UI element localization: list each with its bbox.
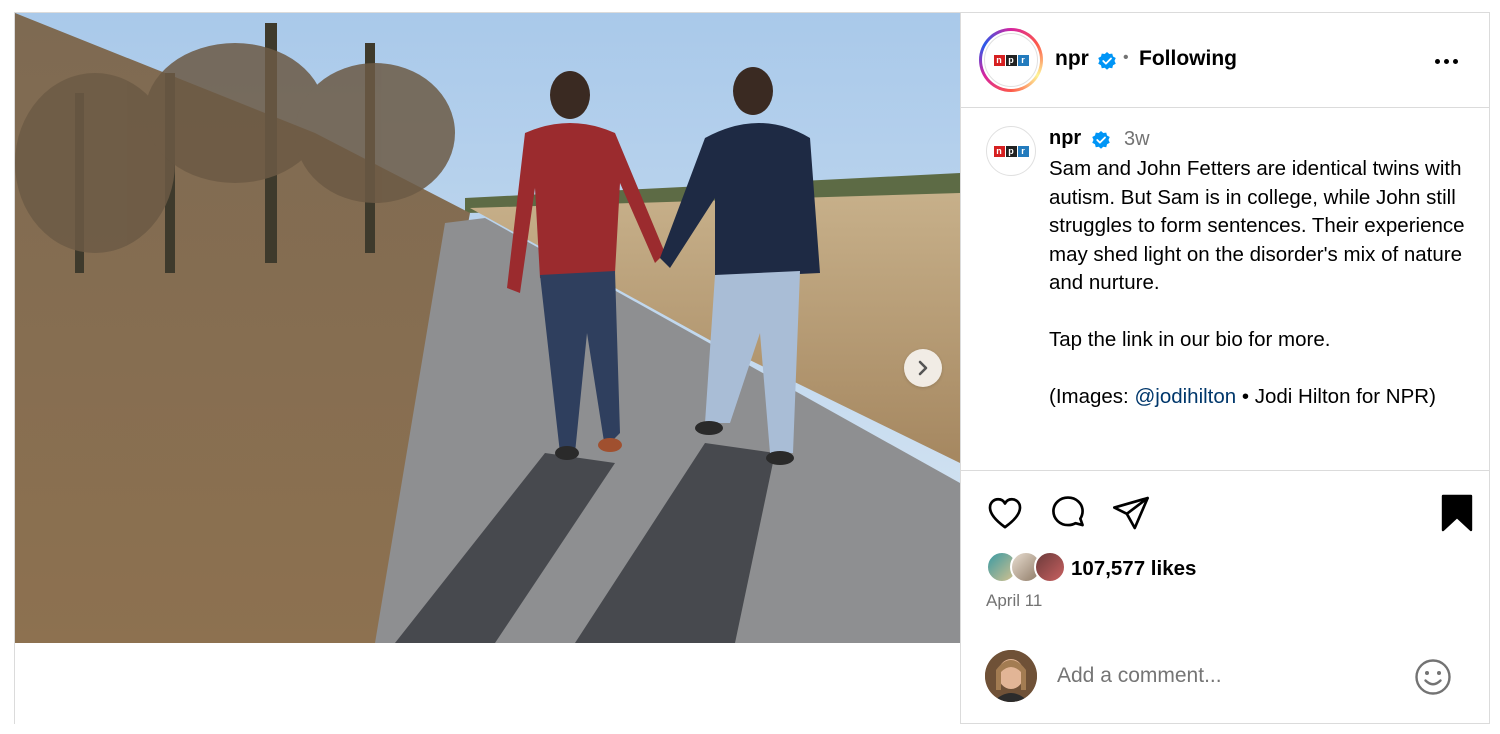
caption-text: Sam and John Fetters are identical twins… — [1049, 155, 1474, 412]
account-username[interactable]: npr — [1055, 47, 1089, 71]
avatar: n p r — [984, 33, 1038, 87]
caption-paragraph: Sam and John Fetters are identical twins… — [1049, 157, 1465, 294]
media-padding — [15, 643, 960, 725]
comment-input[interactable] — [1057, 661, 1397, 691]
logo-letter: p — [1005, 54, 1017, 66]
next-image-button[interactable] — [904, 349, 942, 387]
bookmark-filled-icon[interactable] — [1439, 493, 1475, 538]
instagram-post: n p r npr • Following n p r npr 3w Sam a… — [14, 12, 1490, 725]
verified-badge-icon — [1097, 51, 1117, 71]
caption-username[interactable]: npr — [1049, 127, 1081, 150]
likes-count[interactable]: 107,577 likes — [1071, 557, 1196, 581]
separator-dot: • — [1123, 49, 1129, 66]
caption-time-ago[interactable]: 3w — [1124, 128, 1150, 151]
post-header: n p r npr • Following — [961, 13, 1490, 108]
logo-letter: n — [993, 54, 1005, 66]
action-bar: 107,577 likes April 11 — [961, 471, 1490, 621]
post-date[interactable]: April 11 — [986, 591, 1042, 611]
paper-plane-icon[interactable] — [1111, 493, 1151, 538]
logo-letter: p — [1005, 145, 1017, 157]
credit-suffix: • Jodi Hilton for NPR) — [1236, 385, 1436, 408]
comment-icon[interactable] — [1048, 493, 1088, 538]
caption-paragraph: Tap the link in our bio for more. — [1049, 328, 1331, 351]
caption-avatar[interactable]: n p r — [986, 126, 1036, 176]
logo-letter: n — [993, 145, 1005, 157]
npr-logo: n p r — [993, 145, 1029, 157]
emoji-icon[interactable] — [1413, 657, 1453, 702]
mention-link[interactable]: @jodihilton — [1134, 385, 1236, 408]
credit-prefix: (Images: — [1049, 385, 1135, 408]
caption-section: n p r npr 3w Sam and John Fetters are id… — [961, 109, 1490, 471]
liker-avatar[interactable] — [1034, 551, 1066, 583]
chevron-right-icon — [918, 360, 928, 376]
logo-letter: r — [1017, 54, 1029, 66]
post-photo — [15, 13, 960, 643]
npr-logo: n p r — [993, 54, 1029, 66]
verified-badge-icon — [1091, 130, 1111, 150]
post-image[interactable] — [15, 13, 960, 643]
story-ring[interactable]: n p r — [979, 28, 1043, 92]
more-options-icon[interactable] — [1431, 53, 1461, 69]
current-user-avatar — [985, 650, 1037, 702]
logo-letter: r — [1017, 145, 1029, 157]
heart-icon[interactable] — [985, 493, 1025, 538]
add-comment-bar — [961, 631, 1490, 723]
following-button[interactable]: Following — [1139, 47, 1237, 71]
post-details-panel: n p r npr • Following n p r npr 3w Sam a… — [960, 13, 1490, 723]
caption-credit: (Images: @jodihilton • Jodi Hilton for N… — [1049, 383, 1474, 412]
